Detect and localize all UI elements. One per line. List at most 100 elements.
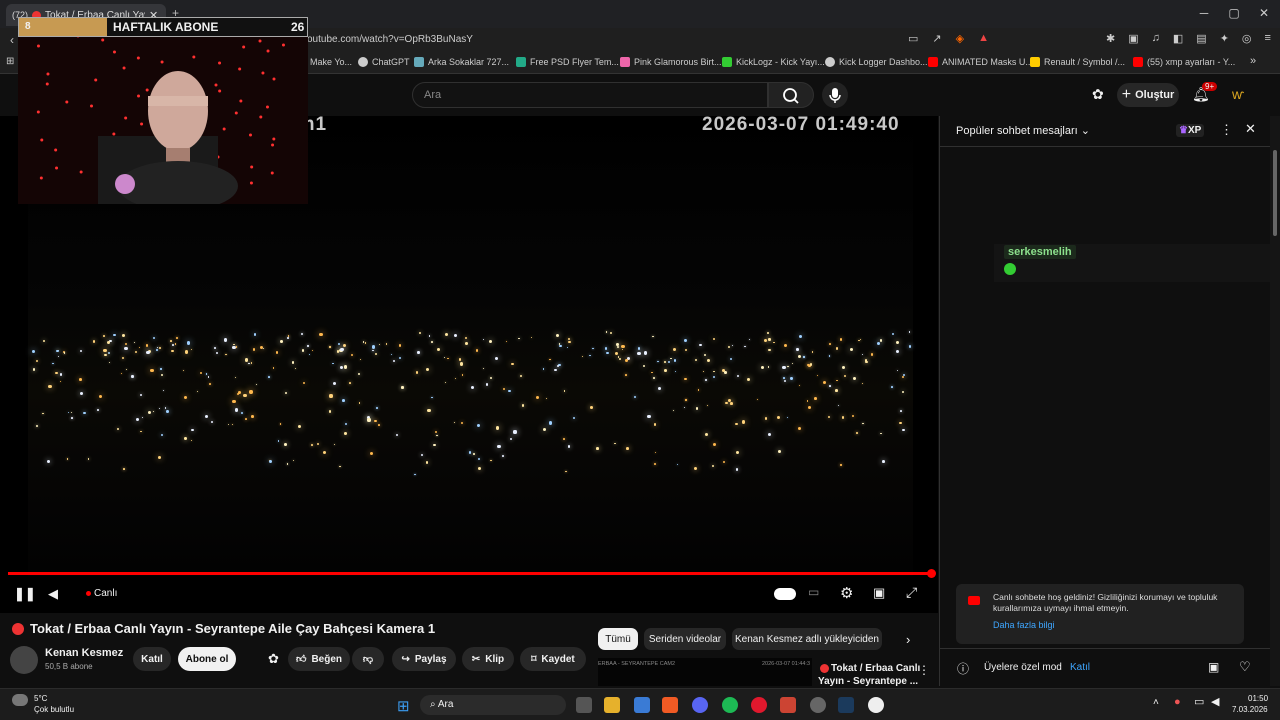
dislike-button[interactable]: 👎︎ xyxy=(352,647,384,671)
xp-badge[interactable]: ♛XP xyxy=(1176,124,1205,137)
autoplay-toggle[interactable] xyxy=(774,588,796,600)
bookmark-item[interactable]: Renault / Symbol /... xyxy=(1030,57,1125,67)
windows-start-icon[interactable]: ⊞ xyxy=(397,697,410,715)
app-icon[interactable] xyxy=(810,697,826,713)
subtitles-icon[interactable]: ▭ xyxy=(808,585,819,599)
file-explorer-icon[interactable] xyxy=(604,697,620,713)
create-button[interactable]: + Oluştur xyxy=(1117,83,1179,107)
steam-icon[interactable] xyxy=(838,697,854,713)
clip-button[interactable]: ✂ Klip xyxy=(462,647,514,671)
filter-chip-all[interactable]: Tümü xyxy=(598,628,638,650)
brave-shield-icon[interactable]: ◈ xyxy=(956,32,964,45)
progress-handle[interactable] xyxy=(927,569,936,578)
bookmark-item[interactable]: ANIMATED Masks U... xyxy=(928,57,1033,67)
subscribe-button[interactable]: Abone ol xyxy=(178,647,236,671)
chevron-right-icon[interactable]: › xyxy=(906,632,910,647)
related-more-icon[interactable]: ⋮ xyxy=(918,663,930,677)
search-button[interactable] xyxy=(768,82,814,108)
share-icon[interactable]: ↗ xyxy=(932,32,941,45)
sidebar-icon[interactable]: ◧ xyxy=(1173,32,1183,45)
url-field[interactable]: youtube.com/watch?v=OpRb3BuNasY xyxy=(302,34,473,45)
search-input[interactable]: Ara xyxy=(412,82,768,108)
spotify-icon[interactable] xyxy=(722,697,738,713)
weather-icon[interactable] xyxy=(12,694,28,706)
miniplayer-icon[interactable]: ▣ xyxy=(873,585,885,601)
bookmark-item[interactable]: (55) xmp ayarları - Y... xyxy=(1133,57,1235,67)
city-light xyxy=(436,434,438,436)
share-button[interactable]: ↪ Paylaş xyxy=(392,647,456,671)
avatar[interactable]: ⱳ xyxy=(1232,86,1244,102)
tray-chevron-icon[interactable]: ˄ xyxy=(1153,697,1159,708)
wallet-icon[interactable]: ▤ xyxy=(1196,32,1206,45)
info-icon[interactable]: ⓘ xyxy=(957,660,969,677)
heart-icon[interactable]: ♡ xyxy=(1239,659,1251,675)
chat-close-icon[interactable]: ✕ xyxy=(1245,121,1256,137)
related-title-line1[interactable]: Tokat / Erbaa Canlı xyxy=(831,663,920,674)
fullscreen-icon[interactable]: ⤢ xyxy=(906,584,917,601)
bookmark-item[interactable]: Make Yo... xyxy=(310,57,352,67)
bookmark-item[interactable]: Arka Sokaklar 727... xyxy=(414,57,509,67)
save-button[interactable]: ⌑ Kaydet xyxy=(520,647,586,671)
clock-date[interactable]: 7.03.2026 xyxy=(1232,705,1268,714)
chat-more-icon[interactable]: ⋮ xyxy=(1220,122,1233,138)
back-icon[interactable]: ‹ xyxy=(10,33,14,47)
maximize-icon[interactable]: ▢ xyxy=(1222,6,1246,20)
rewards-icon[interactable]: ▲ xyxy=(978,32,989,45)
settings-icon[interactable]: ⚙ xyxy=(840,584,853,602)
menu-icon[interactable]: ≡ xyxy=(1265,32,1271,45)
close-window-icon[interactable]: ✕ xyxy=(1252,6,1276,20)
obs-icon[interactable] xyxy=(868,697,884,713)
gift-icon[interactable]: ✿ xyxy=(268,651,279,667)
scrollbar-thumb[interactable] xyxy=(1273,150,1277,236)
filter-chip-uploader[interactable]: Kenan Kesmez adlı yükleyiciden xyxy=(732,628,882,650)
extensions-icon[interactable]: ✱ xyxy=(1106,32,1115,45)
minimize-icon[interactable]: ─ xyxy=(1192,6,1216,20)
bookmark-more-icon[interactable]: » xyxy=(1250,55,1256,67)
chat-join-link[interactable]: Katıl xyxy=(1070,662,1090,673)
cast-icon[interactable]: ▭ xyxy=(908,32,918,45)
mic-tray-icon[interactable]: ● xyxy=(1174,696,1181,708)
chat-scrollbar[interactable] xyxy=(1270,116,1280,686)
gift-icon[interactable]: ✿ xyxy=(1092,86,1104,103)
bookmark-item[interactable]: Free PSD Flyer Tem... xyxy=(516,57,619,67)
music-icon[interactable]: ♫ xyxy=(1152,32,1160,45)
discord-icon[interactable] xyxy=(692,697,708,713)
channel-avatar[interactable] xyxy=(10,646,38,674)
ai-icon[interactable]: ✦ xyxy=(1220,32,1229,45)
channel-name[interactable]: Kenan Kesmez xyxy=(45,647,123,659)
taskbar-search[interactable]: ⌕ Ara xyxy=(420,695,566,715)
live-label[interactable]: Canlı xyxy=(94,588,117,599)
volume-icon[interactable]: ◀︎ xyxy=(48,586,58,602)
opera-icon[interactable] xyxy=(751,697,767,713)
related-thumbnail[interactable]: ERBAA - SEYRANTEPE CAM2 2026-03-07 01:44… xyxy=(598,658,812,686)
chat-mode-dropdown[interactable]: Popüler sohbet mesajları ⌄ xyxy=(956,124,1090,137)
brave-icon[interactable] xyxy=(662,697,678,713)
voice-search-button[interactable] xyxy=(822,82,848,108)
screenshot-icon[interactable]: ▣ xyxy=(1128,32,1138,45)
bookmark-item[interactable]: ChatGPT xyxy=(358,57,410,67)
bookmark-item[interactable]: Kick Logger Dashbo... xyxy=(825,57,928,67)
store-icon[interactable] xyxy=(634,697,650,713)
notif-badge: 9+ xyxy=(1202,82,1218,91)
task-view-icon[interactable] xyxy=(576,697,592,713)
bookmark-item[interactable]: KickLogz - Kick Yayı... xyxy=(722,57,825,67)
super-chat-icon[interactable]: ▣ xyxy=(1208,660,1219,674)
city-light xyxy=(294,367,296,370)
related-title-line2[interactable]: Yayın - Seyrantepe ... xyxy=(818,676,918,687)
chat-username[interactable]: serkesmelih xyxy=(1004,245,1076,259)
volume-tray-icon[interactable]: ◀︎ xyxy=(1211,695,1219,708)
network-icon[interactable]: ▭ xyxy=(1194,695,1204,708)
filter-chip-series[interactable]: Seriden videolar xyxy=(644,628,726,650)
clock-time[interactable]: 01:50 xyxy=(1248,694,1268,703)
like-button[interactable]: 👍︎ Beğen xyxy=(288,647,350,671)
apps-icon[interactable]: ⊞ xyxy=(6,56,14,67)
vpn-icon[interactable]: ◎ xyxy=(1242,32,1252,45)
more-info-link[interactable]: Daha fazla bilgi xyxy=(993,620,1055,631)
join-button[interactable]: Katıl xyxy=(133,647,171,671)
notifications-button[interactable]: 🔔︎ 9+ xyxy=(1192,82,1218,103)
app-active-icon[interactable] xyxy=(780,697,796,713)
welcome-text: Canlı sohbete hoş geldiniz! Gizliliğiniz… xyxy=(993,592,1218,613)
bookmark-item[interactable]: Pink Glamorous Birt... xyxy=(620,57,722,67)
pause-icon[interactable]: ❚❚ xyxy=(14,586,36,602)
progress-bar[interactable] xyxy=(8,572,932,575)
